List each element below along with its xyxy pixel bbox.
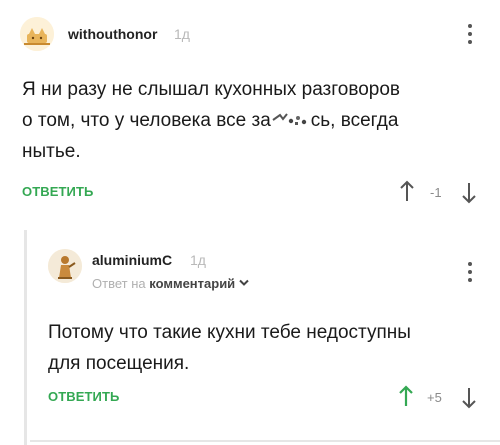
- reply-button[interactable]: ОТВЕТИТЬ: [22, 184, 93, 199]
- more-dots-icon[interactable]: [465, 24, 475, 44]
- reply-avatar[interactable]: [48, 249, 82, 283]
- username[interactable]: withouthonor: [68, 26, 157, 42]
- chevron-down-icon: [239, 279, 249, 286]
- reply-text-line: для посещения.: [48, 353, 190, 374]
- comment-text-part: сь, всегда: [310, 110, 399, 131]
- bottom-divider: [30, 440, 500, 442]
- comment-text-line: о том, что у человека все за сь, всегда: [22, 105, 482, 136]
- reply-text: Потому что такие кухни тебе недоступны д…: [48, 317, 488, 379]
- comment-text: Я ни разу не слышал кухонных разговоров …: [22, 74, 482, 167]
- reply-arrow-up-icon[interactable]: [398, 384, 414, 408]
- thread-line: [24, 230, 27, 445]
- reply-more-dots-icon[interactable]: [465, 262, 475, 282]
- reply-text-line: Потому что такие кухни тебе недоступны: [48, 322, 411, 343]
- reply-reply-button[interactable]: ОТВЕТИТЬ: [48, 389, 119, 404]
- comment-time: 1д: [174, 26, 190, 42]
- reply-username[interactable]: aluminiumC: [92, 252, 172, 268]
- avatar-figure-icon: [48, 249, 82, 283]
- rating-count: -1: [430, 185, 442, 200]
- avatar-cat-icon: [20, 17, 54, 51]
- reply-to-prefix: Ответ на: [92, 276, 146, 291]
- reply-time: 1д: [190, 252, 206, 268]
- reply-to-link[interactable]: Ответ на комментарий: [92, 276, 249, 291]
- reply-rating-count: +5: [427, 390, 442, 405]
- avatar[interactable]: [20, 17, 54, 51]
- comment-text-line: Я ни разу не слышал кухонных разговоров: [22, 79, 401, 100]
- reply-arrow-down-icon[interactable]: [461, 386, 477, 410]
- arrow-up-icon[interactable]: [399, 179, 415, 203]
- reply-to-target: комментарий: [149, 276, 236, 291]
- comment-text-line: нытье.: [22, 141, 81, 162]
- comment-text-part: о том, что у человека все за: [22, 110, 271, 131]
- censor-blot-icon: [272, 113, 306, 125]
- comment-header: withouthonor 1д: [20, 17, 480, 53]
- arrow-down-icon[interactable]: [461, 181, 477, 205]
